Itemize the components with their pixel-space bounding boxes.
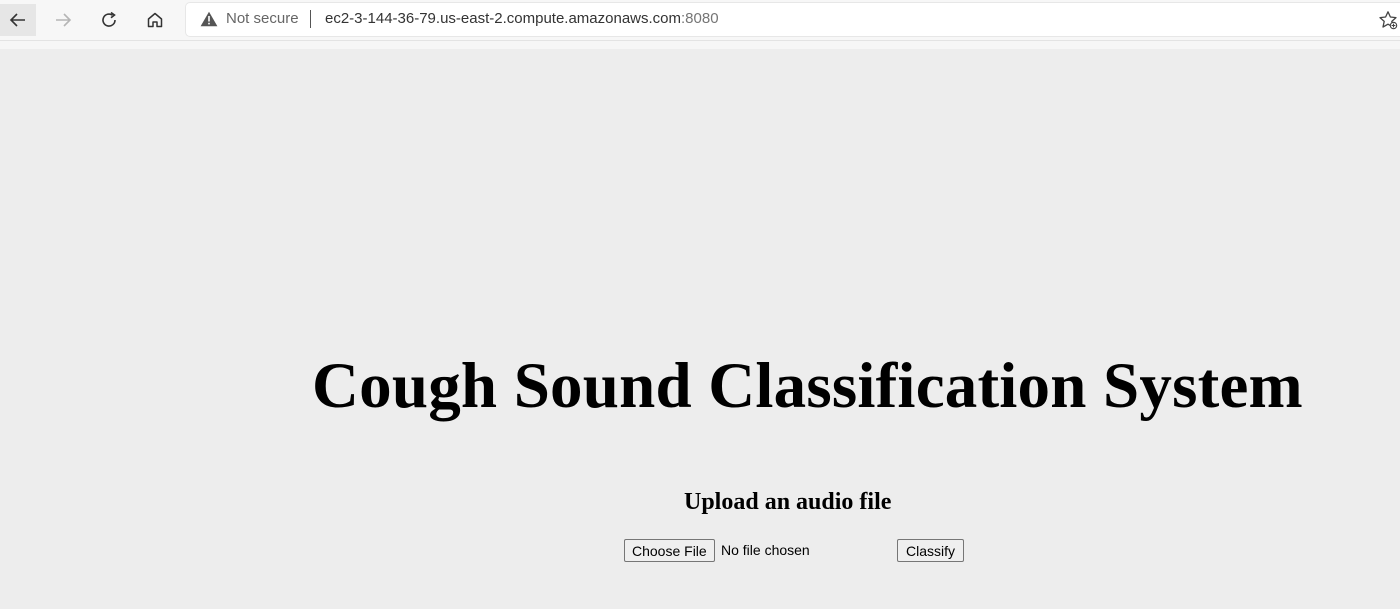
- upload-heading: Upload an audio file: [684, 489, 892, 515]
- page-title: Cough Sound Classification System: [312, 350, 1303, 422]
- home-icon: [147, 12, 163, 28]
- url-text[interactable]: ec2-3-144-36-79.us-east-2.compute.amazon…: [325, 10, 719, 27]
- url-port: :8080: [681, 10, 719, 27]
- home-button[interactable]: [139, 4, 171, 36]
- back-arrow-icon: [9, 13, 25, 27]
- security-status-label[interactable]: Not secure: [226, 10, 299, 27]
- classify-button[interactable]: Classify: [897, 539, 965, 562]
- reload-button[interactable]: [93, 4, 125, 36]
- page-content: Cough Sound Classification System Upload…: [0, 49, 1400, 609]
- reload-icon: [102, 11, 116, 27]
- browser-toolbar: Not secure ec2-3-144-36-79.us-east-2.com…: [0, 0, 1400, 41]
- address-separator: [310, 10, 311, 28]
- toolbar-divider: [0, 41, 1400, 49]
- favorite-star-icon[interactable]: [1378, 10, 1398, 30]
- file-status-text: No file chosen: [721, 542, 810, 558]
- url-host: ec2-3-144-36-79.us-east-2.compute.amazon…: [325, 10, 682, 27]
- forward-arrow-icon: [56, 13, 72, 27]
- choose-file-button[interactable]: Choose File: [624, 539, 715, 562]
- address-bar[interactable]: Not secure ec2-3-144-36-79.us-east-2.com…: [186, 3, 1400, 36]
- forward-button[interactable]: [47, 4, 79, 36]
- back-button[interactable]: [0, 4, 36, 36]
- warning-triangle-icon[interactable]: [200, 11, 218, 27]
